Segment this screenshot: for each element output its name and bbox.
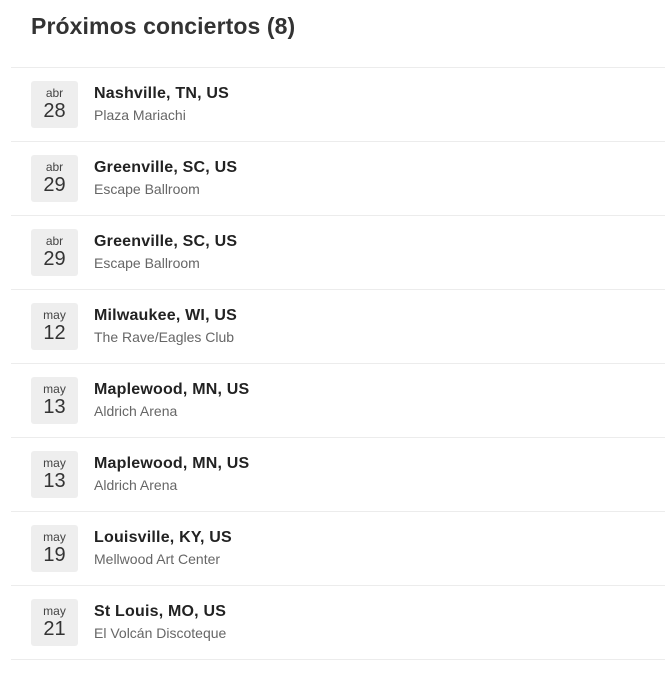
date-badge: abr 29 (31, 229, 78, 276)
concert-list: abr 28 Nashville, TN, US Plaza Mariachi … (11, 67, 665, 660)
concert-venue: Escape Ballroom (94, 181, 200, 197)
concert-row[interactable]: abr 29 Greenville, SC, US Escape Ballroo… (11, 216, 665, 290)
concert-city[interactable]: Maplewood, MN, US (94, 454, 249, 474)
date-badge: may 19 (31, 525, 78, 572)
concert-info: Milwaukee, WI, US The Rave/Eagles Club (94, 306, 237, 347)
concert-info: Nashville, TN, US Plaza Mariachi (94, 84, 229, 125)
concert-city[interactable]: Louisville, KY, US (94, 528, 232, 548)
date-badge: may 13 (31, 377, 78, 424)
date-month: abr (45, 86, 64, 100)
date-day: 12 (43, 322, 66, 344)
concert-city[interactable]: Greenville, SC, US (94, 232, 237, 252)
date-badge: abr 29 (31, 155, 78, 202)
date-day: 13 (43, 470, 66, 492)
concert-info: Louisville, KY, US Mellwood Art Center (94, 528, 232, 569)
concert-row[interactable]: may 21 St Louis, MO, US El Volcán Discot… (11, 586, 665, 660)
date-month: may (43, 530, 66, 544)
date-month: may (43, 308, 66, 322)
date-day: 29 (43, 174, 66, 196)
date-day: 13 (43, 396, 66, 418)
date-month: may (43, 456, 66, 470)
date-badge: may 21 (31, 599, 78, 646)
concert-venue: The Rave/Eagles Club (94, 329, 235, 345)
date-badge: abr 28 (31, 81, 78, 128)
date-day: 19 (43, 544, 66, 566)
date-day: 21 (43, 618, 66, 640)
date-month: may (43, 382, 66, 396)
concert-venue: Plaza Mariachi (94, 107, 186, 123)
date-badge: may 13 (31, 451, 78, 498)
concert-city[interactable]: St Louis, MO, US (94, 602, 226, 622)
concerts-header: Próximos conciertos (8) (0, 0, 665, 67)
date-month: abr (45, 160, 64, 174)
page-title: Próximos conciertos (8) (31, 13, 296, 39)
concert-info: Greenville, SC, US Escape Ballroom (94, 232, 237, 273)
date-day: 29 (43, 248, 66, 270)
concert-row[interactable]: may 13 Maplewood, MN, US Aldrich Arena (11, 364, 665, 438)
concert-city[interactable]: Maplewood, MN, US (94, 380, 249, 400)
concert-info: Greenville, SC, US Escape Ballroom (94, 158, 237, 199)
concert-info: Maplewood, MN, US Aldrich Arena (94, 454, 249, 495)
concert-venue: Mellwood Art Center (94, 551, 221, 567)
concert-row[interactable]: may 12 Milwaukee, WI, US The Rave/Eagles… (11, 290, 665, 364)
concert-row[interactable]: may 19 Louisville, KY, US Mellwood Art C… (11, 512, 665, 586)
concert-info: St Louis, MO, US El Volcán Discoteque (94, 602, 226, 643)
concert-city[interactable]: Nashville, TN, US (94, 84, 229, 104)
concert-row[interactable]: abr 28 Nashville, TN, US Plaza Mariachi (11, 68, 665, 142)
date-badge: may 12 (31, 303, 78, 350)
concert-info: Maplewood, MN, US Aldrich Arena (94, 380, 249, 421)
concert-venue: Escape Ballroom (94, 255, 200, 271)
concert-venue: Aldrich Arena (94, 477, 178, 493)
concert-venue: Aldrich Arena (94, 403, 178, 419)
date-month: abr (45, 234, 64, 248)
concert-row[interactable]: abr 29 Greenville, SC, US Escape Ballroo… (11, 142, 665, 216)
concert-city[interactable]: Greenville, SC, US (94, 158, 237, 178)
date-day: 28 (43, 100, 66, 122)
concert-city[interactable]: Milwaukee, WI, US (94, 306, 237, 326)
concert-venue: El Volcán Discoteque (94, 625, 227, 641)
concert-row[interactable]: may 13 Maplewood, MN, US Aldrich Arena (11, 438, 665, 512)
date-month: may (43, 604, 66, 618)
